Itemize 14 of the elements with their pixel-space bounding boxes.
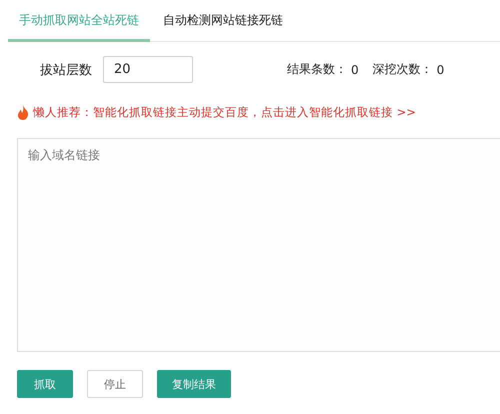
recommendation-link[interactable]: 懒人推荐：智能化抓取链接主动提交百度，点击进入智能化抓取链接 >> [33, 105, 416, 120]
tab[interactable]: 手动抓取网站全站死链 [8, 8, 150, 42]
stat-value: 0 [436, 62, 444, 76]
action-button[interactable]: 抓取 [17, 370, 73, 398]
stat-label: 深挖次数： [372, 61, 433, 78]
depth-label: 拔站层数 [40, 62, 92, 78]
flame-icon [17, 105, 29, 120]
tab[interactable]: 自动检测网站链接死链 [152, 8, 294, 42]
stat-value: 0 [351, 62, 359, 76]
action-button[interactable]: 复制结果 [157, 370, 231, 398]
url-input-field[interactable]: 输入域名链接 [17, 138, 500, 352]
depth-field[interactable]: 20 [103, 56, 193, 83]
action-button[interactable]: 停止 [87, 370, 143, 398]
stat-label: 结果条数： [287, 61, 347, 78]
